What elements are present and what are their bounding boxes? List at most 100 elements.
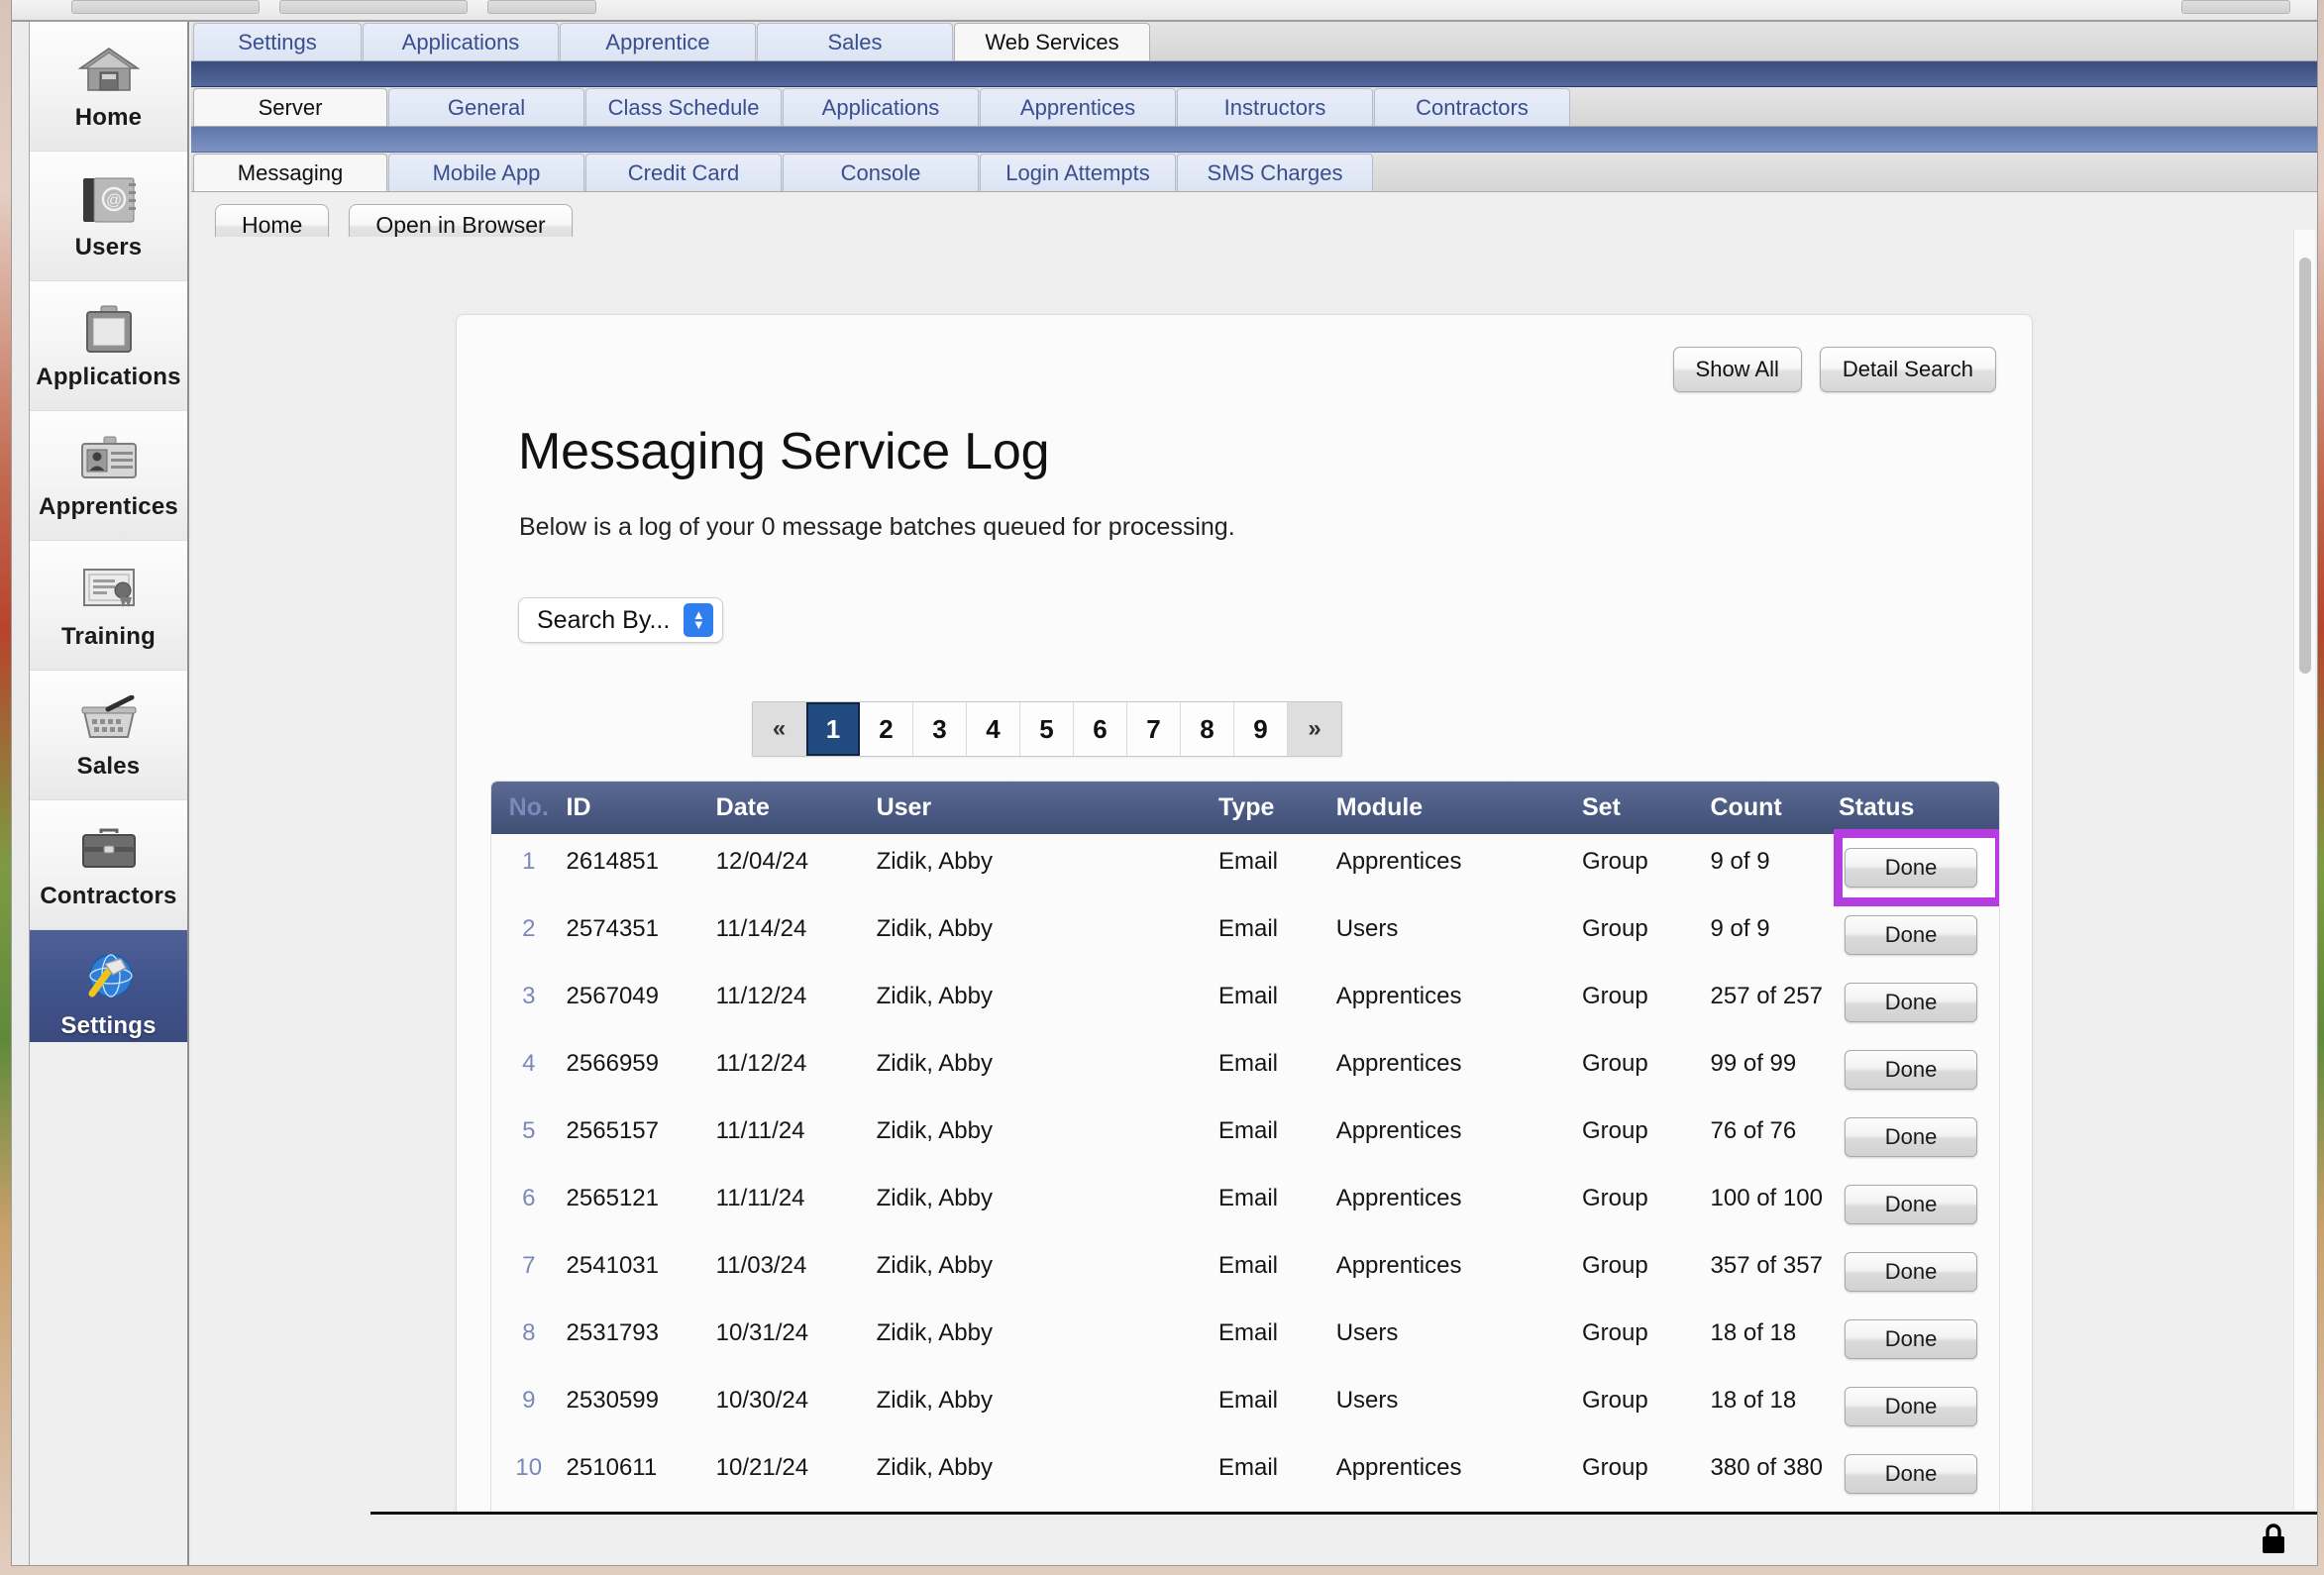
cell-set: Group (1581, 901, 1711, 969)
sidebar-item-contractors[interactable]: Contractors (30, 800, 187, 930)
tab-login-attempts[interactable]: Login Attempts (980, 154, 1176, 191)
sidebar-item-applications[interactable]: Applications (30, 281, 187, 411)
cell-type: Email (1217, 1373, 1336, 1440)
tab-mobile-app[interactable]: Mobile App (388, 154, 584, 191)
sidebar-item-apprentices[interactable]: Apprentices (30, 411, 187, 541)
sidebar-item-users[interactable]: @ Users (30, 152, 187, 281)
cell-set: Group (1581, 1306, 1711, 1373)
browser-toolbar-strip (12, 0, 2317, 22)
table-row[interactable]: 10 2510611 10/21/24 Zidik, Abby Email Apprent… (491, 1440, 1999, 1508)
application-window: Home @ Users Applications Apprentices Tr… (11, 0, 2318, 1566)
tab-contractors[interactable]: Contractors (1374, 88, 1570, 126)
cell-no: 3 (491, 969, 567, 1036)
toolbar-chip-1[interactable] (71, 0, 260, 14)
column-header-user[interactable]: User (876, 782, 1218, 834)
column-header-set[interactable]: Set (1581, 782, 1711, 834)
cell-no: 10 (491, 1440, 567, 1508)
tab-apprentice[interactable]: Apprentice (560, 23, 756, 60)
tab-applications[interactable]: Applications (363, 23, 559, 60)
search-by-select[interactable]: Search By... ▲ ▼ (518, 597, 724, 643)
vertical-scrollbar[interactable] (2293, 230, 2315, 1510)
pagination-page-3[interactable]: 3 (913, 702, 967, 756)
tab-general[interactable]: General (388, 88, 584, 126)
cell-type: Email (1217, 901, 1336, 969)
tab-web-services[interactable]: Web Services (954, 23, 1150, 60)
status-done-button[interactable]: Done (1845, 983, 1978, 1022)
tab-sales[interactable]: Sales (757, 23, 953, 60)
toolbar-chip-4[interactable] (2181, 0, 2290, 14)
table-row[interactable]: 1 2614851 12/04/24 Zidik, Abby Email Apprenti… (491, 829, 1999, 906)
cell-set: Group (1581, 1373, 1711, 1440)
sidebar-item-label: Training (61, 623, 156, 650)
toolbar-chip-3[interactable] (487, 0, 596, 14)
column-header-date[interactable]: Date (715, 782, 877, 834)
pagination-page-1[interactable]: 1 (806, 702, 860, 756)
tab-credit-card[interactable]: Credit Card (585, 154, 782, 191)
cell-id: 2574351 (566, 901, 716, 969)
vertical-scrollbar-thumb[interactable] (2299, 258, 2311, 674)
column-header-type[interactable]: Type (1217, 782, 1336, 834)
show-all-button[interactable]: Show All (1672, 347, 1802, 392)
pagination-page-9[interactable]: 9 (1234, 702, 1288, 756)
tabbar-secondary-spacer (1571, 88, 2317, 126)
cell-date: 10/30/24 (715, 1373, 877, 1440)
status-done-button[interactable]: Done (1845, 1185, 1978, 1224)
tab-sms-charges[interactable]: SMS Charges (1177, 154, 1373, 191)
tab-applications-2[interactable]: Applications (783, 88, 979, 126)
table-row[interactable]: 5 2565157 11/11/24 Zidik, Abby Email Apprenti… (491, 1103, 1999, 1171)
sidebar-item-home[interactable]: Home (30, 22, 187, 152)
status-done-button[interactable]: Done (1845, 1252, 1978, 1292)
status-done-button[interactable]: Done (1845, 915, 1978, 955)
table-row[interactable]: 8 2531793 10/31/24 Zidik, Abby Email Users Gro… (491, 1306, 1999, 1373)
tab-class-schedule[interactable]: Class Schedule (585, 88, 782, 126)
column-header-status[interactable]: Status (1839, 782, 1999, 834)
pagination-page-6[interactable]: 6 (1074, 702, 1127, 756)
cell-user: Zidik, Abby (876, 901, 1218, 969)
tab-messaging[interactable]: Messaging (193, 154, 387, 191)
house-icon (77, 41, 140, 100)
status-done-button[interactable]: Done (1845, 1117, 1978, 1157)
tab-instructors[interactable]: Instructors (1177, 88, 1373, 126)
cell-status: Done (1839, 901, 1999, 969)
tab-apprentices[interactable]: Apprentices (980, 88, 1176, 126)
pagination-page-5[interactable]: 5 (1020, 702, 1074, 756)
tab-settings[interactable]: Settings (193, 23, 362, 60)
pagination-next[interactable]: » (1288, 702, 1341, 756)
table-row[interactable]: 3 2567049 11/12/24 Zidik, Abby Email Apprenti… (491, 969, 1999, 1036)
table-row[interactable]: 6 2565121 11/11/24 Zidik, Abby Email Apprenti… (491, 1171, 1999, 1238)
tab-server[interactable]: Server (193, 88, 387, 126)
cell-count: 357 of 357 (1710, 1238, 1840, 1306)
tab-console[interactable]: Console (783, 154, 979, 191)
status-done-button[interactable]: Done (1845, 1050, 1978, 1090)
table-row[interactable]: 7 2541031 11/03/24 Zidik, Abby Email Apprenti… (491, 1238, 1999, 1306)
column-header-module[interactable]: Module (1335, 782, 1582, 834)
cell-date: 11/11/24 (715, 1103, 877, 1171)
cell-id: 2614851 (566, 834, 716, 901)
cell-user: Zidik, Abby (876, 1440, 1218, 1508)
toolbar-chip-2[interactable] (279, 0, 468, 14)
sidebar-item-sales[interactable]: Sales (30, 671, 187, 800)
pagination-page-8[interactable]: 8 (1181, 702, 1234, 756)
table-row[interactable]: 4 2566959 11/12/24 Zidik, Abby Email Apprenti… (491, 1036, 1999, 1103)
sidebar-item-settings[interactable]: Settings (30, 930, 187, 1060)
column-header-id[interactable]: ID (566, 782, 716, 834)
chevron-updown-icon[interactable]: ▲ ▼ (684, 603, 714, 637)
status-done-button[interactable]: Done (1845, 1454, 1978, 1494)
table-row[interactable]: 9 2530599 10/30/24 Zidik, Abby Email Users Gro… (491, 1373, 1999, 1440)
pagination-prev[interactable]: « (753, 702, 806, 756)
lock-icon (2260, 1521, 2287, 1556)
sidebar-item-training[interactable]: Training (30, 541, 187, 671)
column-header-no[interactable]: No. (491, 782, 567, 834)
cell-count: 9 of 9 (1710, 834, 1840, 901)
table-row[interactable]: 2 2574351 11/14/24 Zidik, Abby Email Users Gro… (491, 901, 1999, 969)
pagination-page-4[interactable]: 4 (967, 702, 1020, 756)
status-done-button[interactable]: Done (1845, 848, 1978, 888)
detail-search-button[interactable]: Detail Search (1819, 347, 1996, 392)
status-done-button[interactable]: Done (1845, 1387, 1978, 1426)
status-done-button[interactable]: Done (1845, 1319, 1978, 1359)
column-header-count[interactable]: Count (1710, 782, 1840, 834)
table-header-row: No. ID Date User Type Module Set Count S… (491, 782, 1999, 834)
pagination-page-2[interactable]: 2 (860, 702, 913, 756)
pagination-page-7[interactable]: 7 (1127, 702, 1181, 756)
sidebar-empty-area (29, 1042, 189, 1565)
